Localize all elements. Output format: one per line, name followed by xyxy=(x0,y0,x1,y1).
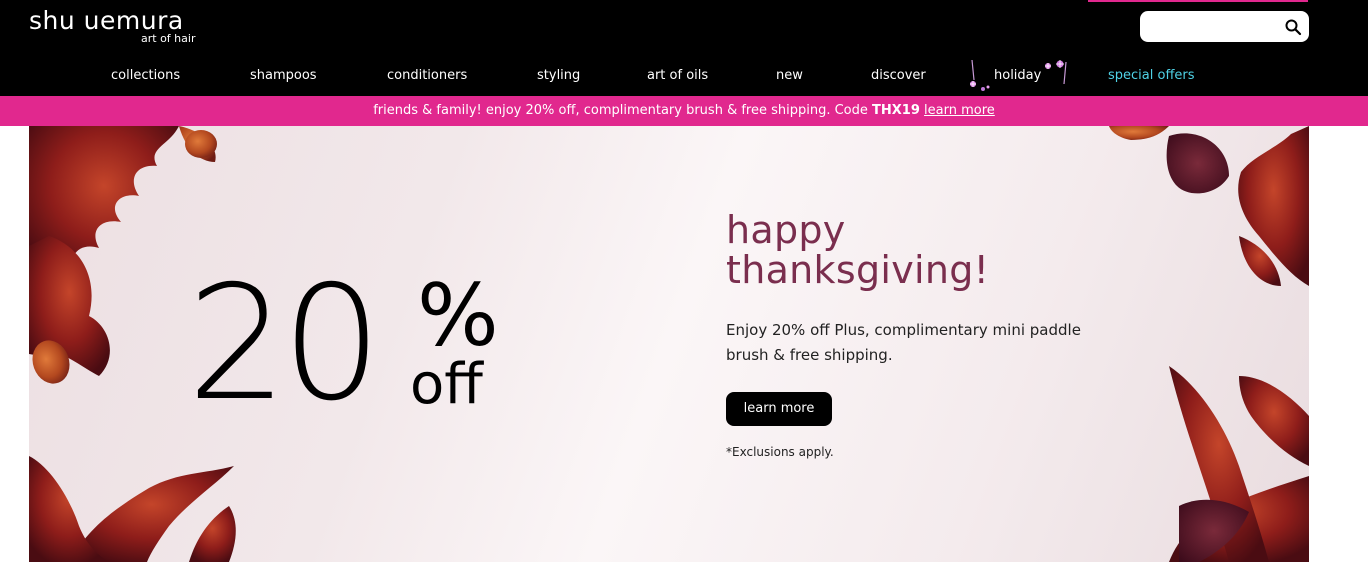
nav-item-new[interactable]: new xyxy=(776,64,803,88)
nav-item-special-offers[interactable]: special offers xyxy=(1108,64,1195,88)
promo-learn-more-link[interactable]: learn more xyxy=(924,103,995,118)
hero-headline: happy thanksgiving! xyxy=(726,210,1126,290)
nav-item-discover[interactable]: discover xyxy=(871,64,926,88)
search-box[interactable] xyxy=(1140,11,1309,42)
discount-number: 20 xyxy=(187,252,382,436)
nav-item-holiday[interactable]: holiday xyxy=(994,64,1041,88)
hero-banner: 20 % off happy thanksgiving! Enjoy 20% o… xyxy=(29,126,1309,562)
brand-logo[interactable]: shu uemura art of hair xyxy=(29,7,209,49)
headline-line-1: happy xyxy=(726,208,846,252)
promo-bar: friends & family! enjoy 20% off, complim… xyxy=(0,96,1368,126)
promo-text: friends & family! enjoy 20% off, complim… xyxy=(373,103,873,118)
brand-tagline: art of hair xyxy=(141,32,196,45)
nav-item-shampoos[interactable]: shampoos xyxy=(250,64,317,88)
learn-more-button[interactable]: learn more xyxy=(726,392,832,426)
hero-description: Enjoy 20% off Plus, complimentary mini p… xyxy=(726,321,1081,364)
promo-code: THX19 xyxy=(872,103,920,118)
brand-name: shu uemura xyxy=(29,6,184,35)
nav-item-conditioners[interactable]: conditioners xyxy=(387,64,467,88)
nav-item-collections[interactable]: collections xyxy=(111,64,180,88)
exclusions-note: *Exclusions apply. xyxy=(726,445,834,459)
percent-sign: % xyxy=(417,266,499,366)
site-header: shu uemura art of hair collections shamp… xyxy=(0,0,1368,96)
nav-item-styling[interactable]: styling xyxy=(537,64,580,88)
sparkle-icon xyxy=(1045,60,1067,85)
headline-line-2: thanksgiving! xyxy=(726,248,990,292)
search-icon[interactable] xyxy=(1284,18,1302,36)
sparkle-icon xyxy=(970,59,990,91)
header-accent-line xyxy=(1088,0,1308,2)
search-input[interactable] xyxy=(1150,16,1275,37)
nav-item-art-of-oils[interactable]: art of oils xyxy=(647,64,708,88)
main-nav: collections shampoos conditioners stylin… xyxy=(0,64,1368,88)
off-label: off xyxy=(410,352,483,417)
